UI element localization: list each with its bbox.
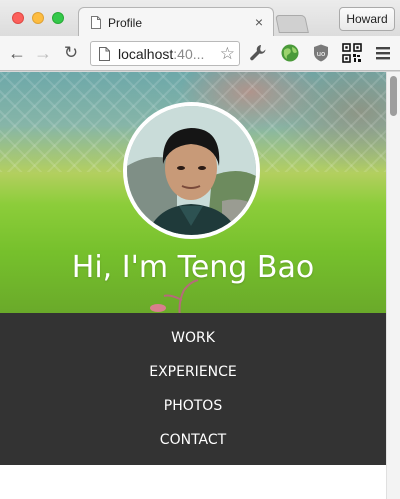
browser-toolbar: ← → ↻ localhost:40... ☆ uo [0,36,400,71]
new-tab-button[interactable] [275,15,309,33]
close-tab-icon[interactable]: × [255,14,263,30]
scrollbar-thumb[interactable] [390,76,397,116]
back-icon[interactable]: ← [7,43,27,63]
page-scrollbar[interactable] [386,72,400,499]
nav-link-contact[interactable]: CONTACT [0,432,386,448]
page-icon [91,16,101,29]
minimize-window-button[interactable] [32,12,44,24]
hamburger-menu-icon[interactable] [373,43,393,63]
hero-banner: Hi, I'm Teng Bao [0,72,386,313]
url-host: localhost [118,46,174,62]
svg-text:uo: uo [317,50,326,58]
nav-link-experience[interactable]: EXPERIENCE [0,364,386,380]
bookmark-star-icon[interactable]: ☆ [220,44,235,63]
globe-icon[interactable] [280,43,300,63]
url-port: :40... [173,46,205,62]
zoom-window-button[interactable] [52,12,64,24]
main-navigation: WORK EXPERIENCE PHOTOS CONTACT [0,313,386,465]
page-viewport: Hi, I'm Teng Bao WORK EXPERIENCE PHOTOS … [0,72,386,499]
nav-link-photos[interactable]: PHOTOS [0,398,386,414]
forward-icon[interactable]: → [33,43,53,63]
close-window-button[interactable] [12,12,24,24]
ublock-icon[interactable]: uo [311,43,331,63]
document-icon [99,47,110,61]
reload-icon[interactable]: ↻ [61,43,81,63]
nav-link-work[interactable]: WORK [0,330,386,346]
tab-title: Profile [108,16,143,30]
window-titlebar: Profile × Howard [0,0,400,36]
url-text: localhost:40... [118,46,204,62]
wrench-icon[interactable] [248,43,268,63]
profile-avatar [123,102,260,239]
browser-tab[interactable]: Profile × [78,7,274,36]
qr-code-icon[interactable] [342,43,362,63]
hero-title: Hi, I'm Teng Bao [71,250,315,285]
avatar-portrait [127,106,256,235]
address-bar[interactable]: localhost:40... ☆ [90,41,240,66]
profile-button[interactable]: Howard [339,7,395,31]
